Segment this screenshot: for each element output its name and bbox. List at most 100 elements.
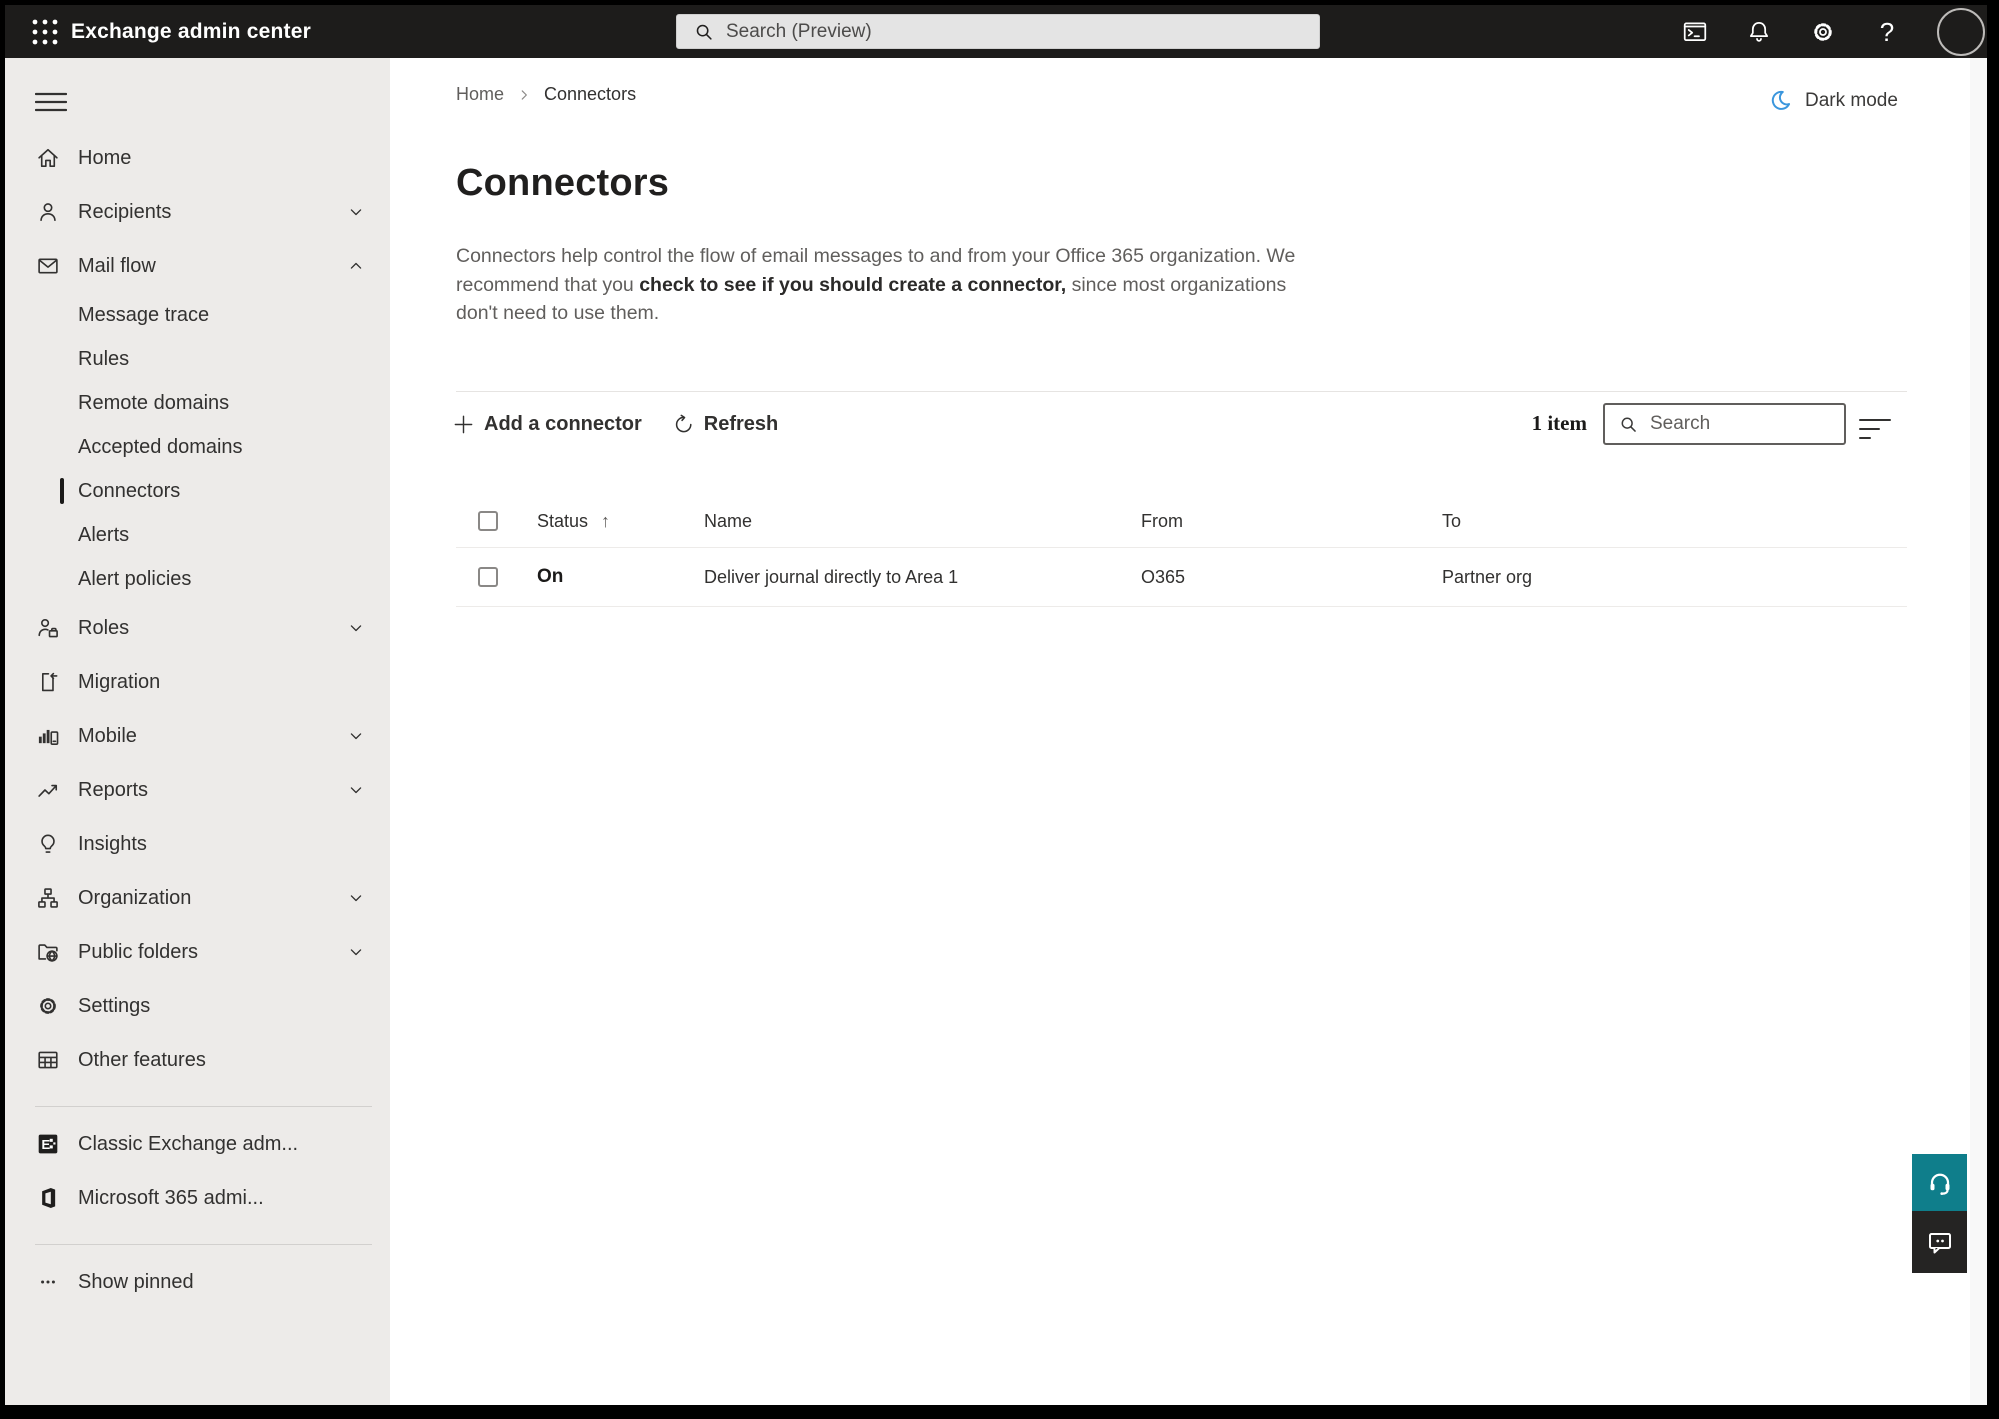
content-divider xyxy=(456,391,1907,392)
person-icon xyxy=(40,203,56,222)
sidebar-item-label: Organization xyxy=(78,886,192,909)
sidebar-item-migration[interactable]: Migration xyxy=(5,655,390,709)
notifications-button[interactable] xyxy=(1745,18,1773,46)
sidebar-item-recipients[interactable]: Recipients xyxy=(5,185,390,239)
select-all-checkbox[interactable] xyxy=(478,511,498,531)
headset-icon xyxy=(1930,1173,1949,1195)
column-header-to[interactable]: To xyxy=(1442,511,1907,532)
settings-button[interactable] xyxy=(1809,18,1837,46)
dark-mode-label: Dark mode xyxy=(1805,89,1898,111)
sidebar-item-classic-exchange-admin[interactable]: E Classic Exchange adm... xyxy=(5,1117,390,1171)
table-grid-icon xyxy=(38,1051,58,1069)
sidebar-item-rules[interactable]: Rules xyxy=(5,337,390,381)
sidebar-item-alerts[interactable]: Alerts xyxy=(5,513,390,557)
column-header-status[interactable]: Status ↑ xyxy=(537,511,704,532)
terminal-icon xyxy=(1683,21,1707,41)
folder-globe-icon xyxy=(38,944,58,962)
sidebar-item-label: Alerts xyxy=(78,523,130,546)
sidebar-item-microsoft-365-admin[interactable]: Microsoft 365 admi... xyxy=(5,1171,390,1225)
sidebar-item-label: Home xyxy=(78,146,132,169)
sidebar-item-settings[interactable]: Settings xyxy=(5,979,390,1033)
item-count: 1 item xyxy=(1531,411,1587,435)
line-chart-icon xyxy=(38,784,58,797)
chevron-down-icon xyxy=(350,625,362,632)
sidebar-item-label: Recipients xyxy=(78,200,172,223)
sidebar-item-connectors[interactable]: Connectors xyxy=(5,469,390,513)
filter-button[interactable] xyxy=(1858,416,1892,442)
table-row[interactable]: On Deliver journal directly to Area 1 O3… xyxy=(456,548,1907,607)
sidebar-divider xyxy=(35,1106,372,1107)
sort-ascending-icon: ↑ xyxy=(601,510,611,531)
topbar-actions: ? xyxy=(1681,5,1985,58)
sidebar-item-accepted-domains[interactable]: Accepted domains xyxy=(5,425,390,469)
support-button[interactable] xyxy=(1912,1154,1967,1211)
list-search-box[interactable] xyxy=(1603,403,1846,445)
sidebar-item-label: Other features xyxy=(78,1048,206,1071)
column-header-name[interactable]: Name xyxy=(704,511,1141,532)
bell-icon xyxy=(1749,21,1769,42)
sidebar-item-public-folders[interactable]: Public folders xyxy=(5,925,390,979)
page-title: Connectors xyxy=(456,162,670,204)
hamburger-menu-icon[interactable] xyxy=(35,91,67,113)
svg-text:E: E xyxy=(42,1137,51,1152)
account-avatar[interactable] xyxy=(1937,7,1985,56)
document-arrow-icon xyxy=(41,672,58,692)
create-connector-check-link[interactable]: check to see if you should create a conn… xyxy=(639,274,1066,296)
ellipsis-icon xyxy=(41,1280,55,1284)
app-launcher-button[interactable] xyxy=(19,5,71,58)
sidebar-item-roles[interactable]: Roles xyxy=(5,601,390,655)
microsoft-365-logo-icon xyxy=(42,1188,56,1208)
sidebar-item-home[interactable]: Home xyxy=(5,131,390,185)
sidebar-item-label: Classic Exchange adm... xyxy=(78,1132,299,1155)
sidebar-item-mobile[interactable]: Mobile xyxy=(5,709,390,763)
sidebar-nav: Home Recipients Mail flow Message trace … xyxy=(5,58,390,1405)
sidebar-item-label: Roles xyxy=(78,616,130,639)
command-bar: Add a connector Refresh xyxy=(452,400,778,448)
cell-name[interactable]: Deliver journal directly to Area 1 xyxy=(704,567,1141,588)
sidebar-item-label: Insights xyxy=(78,832,147,855)
column-header-from[interactable]: From xyxy=(1141,511,1442,532)
help-button[interactable]: ? xyxy=(1873,18,1901,46)
chevron-down-icon xyxy=(350,895,362,902)
sidebar-item-other-features[interactable]: Other features xyxy=(5,1033,390,1087)
list-search-input[interactable] xyxy=(1650,413,1820,435)
person-briefcase-icon xyxy=(38,618,58,638)
sidebar-item-label: Show pinned xyxy=(78,1270,194,1293)
sidebar-item-label: Rules xyxy=(78,347,130,370)
topbar: Exchange admin center Search (Preview) ? xyxy=(5,5,1987,58)
gear-icon xyxy=(1814,22,1832,41)
refresh-button[interactable]: Refresh xyxy=(672,413,778,436)
plus-icon xyxy=(454,415,473,433)
sidebar-item-reports[interactable]: Reports xyxy=(5,763,390,817)
dark-mode-toggle[interactable]: Dark mode xyxy=(1768,88,1898,113)
chevron-up-icon xyxy=(350,262,362,269)
sidebar-item-message-trace[interactable]: Message trace xyxy=(5,293,390,337)
add-connector-button[interactable]: Add a connector xyxy=(452,413,642,436)
sidebar-item-label: Microsoft 365 admi... xyxy=(78,1186,264,1209)
sidebar-item-remote-domains[interactable]: Remote domains xyxy=(5,381,390,425)
sidebar-item-insights[interactable]: Insights xyxy=(5,817,390,871)
cell-from: O365 xyxy=(1141,566,1186,587)
chevron-down-icon xyxy=(350,949,362,956)
sidebar-item-label: Public folders xyxy=(78,940,199,963)
lightbulb-icon xyxy=(41,834,55,853)
feedback-button[interactable] xyxy=(1912,1211,1967,1273)
refresh-label: Refresh xyxy=(703,412,779,435)
breadcrumb-home-link[interactable]: Home xyxy=(456,84,504,105)
sidebar-item-alert-policies[interactable]: Alert policies xyxy=(5,557,390,601)
org-chart-icon xyxy=(38,888,58,908)
question-mark-icon: ? xyxy=(1879,16,1895,47)
global-search-box[interactable] xyxy=(676,14,1320,49)
sidebar-item-show-pinned[interactable]: Show pinned xyxy=(5,1255,390,1309)
sidebar-item-organization[interactable]: Organization xyxy=(5,871,390,925)
sidebar-item-label: Connectors xyxy=(78,479,181,502)
breadcrumb: Home Connectors xyxy=(456,84,636,105)
sidebar-item-label: Accepted domains xyxy=(78,435,243,458)
sidebar-divider xyxy=(35,1244,372,1245)
global-search-input[interactable] xyxy=(726,20,1286,43)
sidebar-item-mail-flow[interactable]: Mail flow xyxy=(5,239,390,293)
breadcrumb-current: Connectors xyxy=(544,84,637,104)
powershell-button[interactable] xyxy=(1681,18,1709,46)
row-checkbox[interactable] xyxy=(478,567,498,587)
waffle-icon xyxy=(32,19,58,44)
